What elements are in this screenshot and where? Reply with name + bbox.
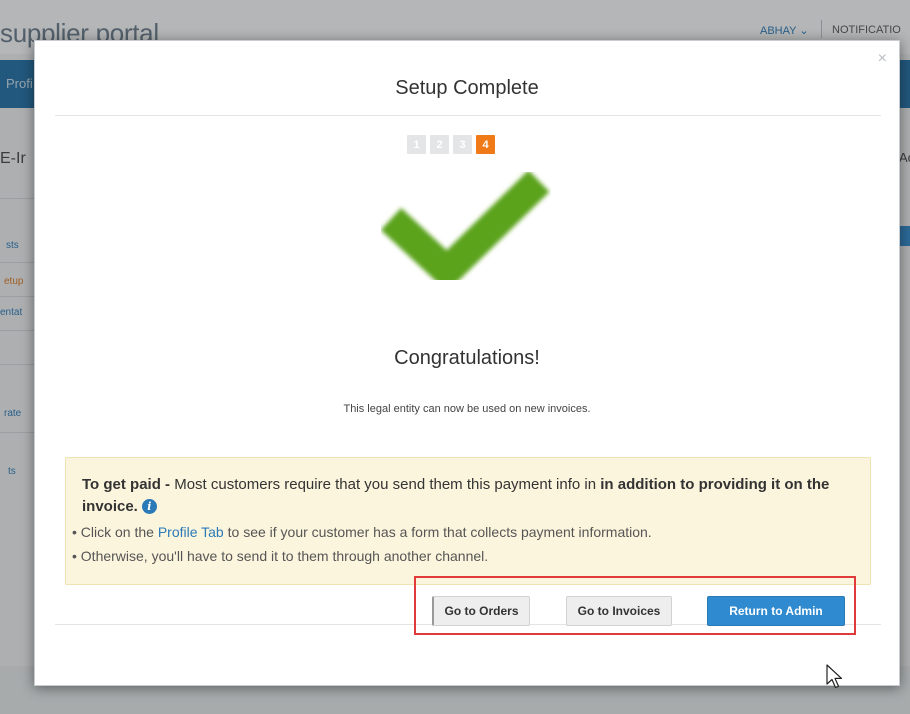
callout-lead: To get paid - Most customers require tha… (82, 474, 842, 518)
modal-title: Setup Complete (395, 77, 539, 99)
callout-lead-text: Most customers require that you send the… (170, 476, 601, 493)
return-to-admin-button[interactable]: Return to Admin (707, 596, 845, 626)
checkmark-icon (381, 170, 550, 287)
step-2: 2 (430, 135, 449, 154)
step-1: 1 (407, 135, 426, 154)
step-4-active: 4 (476, 135, 495, 154)
callout-bullet-profile: • Click on the Profile Tab to see if you… (72, 524, 652, 540)
step-3: 3 (453, 135, 472, 154)
info-icon[interactable]: i (141, 499, 157, 514)
go-to-invoices-button[interactable]: Go to Invoices (566, 596, 672, 626)
callout-bullet-other-channel: • Otherwise, you'll have to send it to t… (72, 548, 489, 564)
congratulations-heading: Congratulations! (394, 347, 540, 369)
profile-tab-link[interactable]: Profile Tab (158, 524, 224, 540)
payment-info-callout: To get paid - Most customers require tha… (65, 457, 871, 585)
go-to-orders-button[interactable]: Go to Orders (432, 596, 530, 626)
header-divider (55, 115, 881, 116)
mouse-pointer-icon (826, 664, 843, 689)
bullet-text: to see if your customer has a form that … (223, 524, 652, 540)
callout-lead-label: To get paid - (82, 476, 171, 493)
bullet-text: • Click on the (72, 524, 158, 540)
entity-message: This legal entity can now be used on new… (343, 403, 591, 415)
step-indicator: 1 2 3 4 (407, 135, 495, 154)
close-icon[interactable]: × (878, 51, 887, 67)
